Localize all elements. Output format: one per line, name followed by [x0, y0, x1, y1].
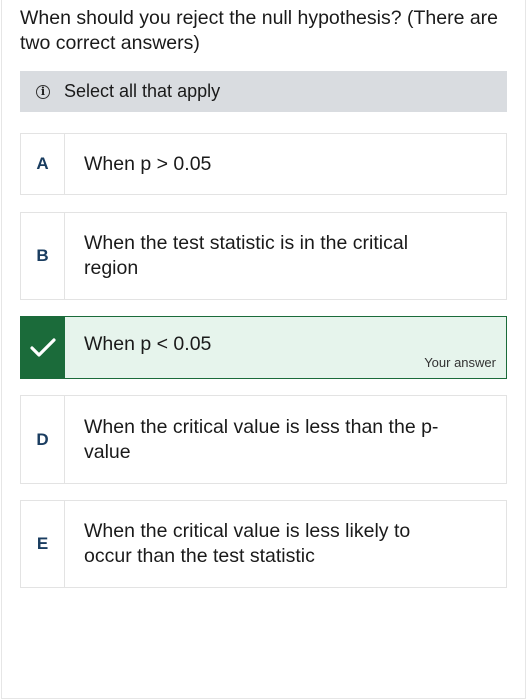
option-letter: B [21, 213, 65, 299]
option-text: When the test statistic is in the critic… [84, 232, 409, 279]
option-d[interactable]: D When the critical value is less than t… [20, 395, 507, 484]
option-text: When the critical value is less likely t… [84, 520, 411, 567]
option-c[interactable]: When p < 0.05 Your answer [20, 316, 507, 379]
info-icon: i [36, 84, 50, 99]
option-text: When the critical value is less than the… [84, 415, 439, 463]
option-a[interactable]: A When p > 0.05 [20, 133, 507, 195]
option-letter: D [21, 396, 65, 483]
option-letter: A [21, 134, 65, 194]
option-label: When p < 0.05 [84, 333, 212, 355]
checkmark-icon [21, 317, 65, 378]
select-all-hint: i Select all that apply [20, 71, 507, 112]
option-text: When p > 0.05 [84, 152, 212, 175]
your-answer-tag: Your answer [424, 355, 496, 370]
option-text: When p < 0.05 Your answer [65, 317, 506, 378]
option-b[interactable]: B When the test statistic is in the crit… [20, 212, 507, 300]
question-text: When should you reject the null hypothes… [20, 7, 499, 54]
hint-label: Select all that apply [64, 81, 221, 101]
option-e[interactable]: E When the critical value is less likely… [20, 500, 507, 588]
option-letter: E [21, 501, 65, 587]
